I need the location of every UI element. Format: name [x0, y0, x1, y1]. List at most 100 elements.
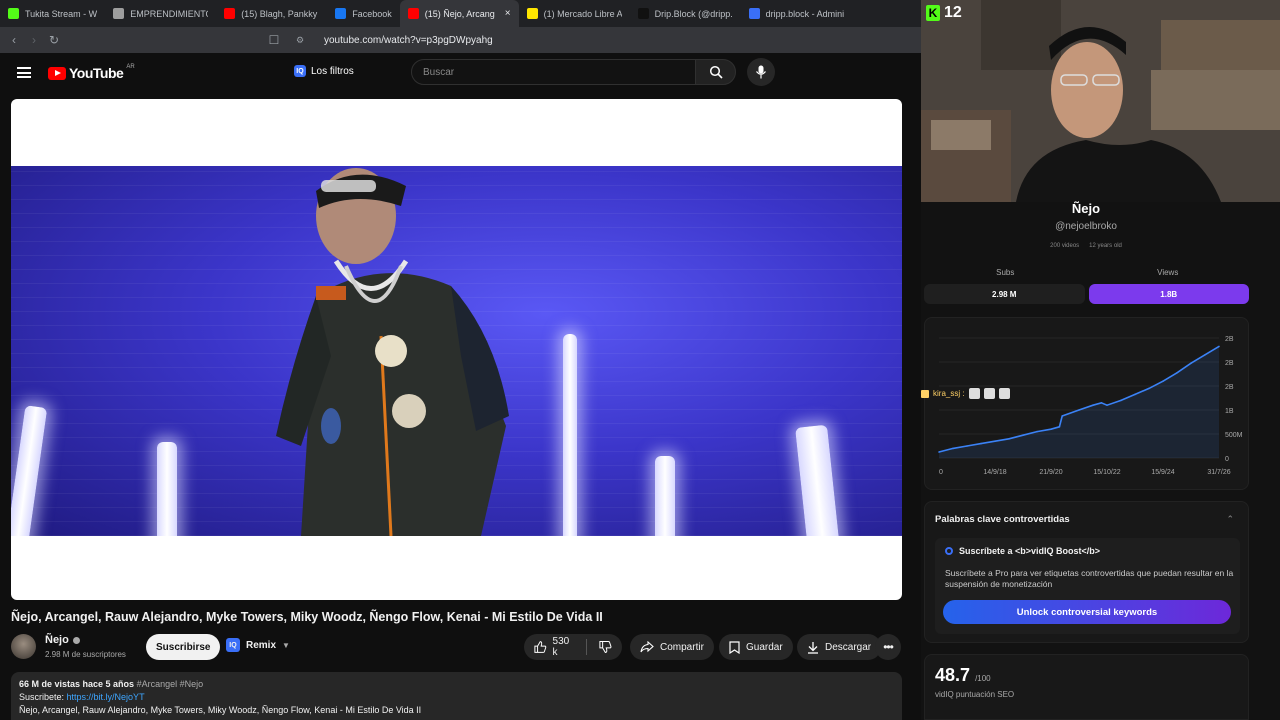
browser-tab[interactable]: Drip.Block (@dripp.bl: [630, 0, 741, 27]
description-stats-line: 66 M de vistas hace 5 años #Arcangel #Ne…: [19, 678, 894, 691]
keywords-upsell: Suscríbete a <b>vidIQ Boost</b> Suscríbe…: [935, 538, 1240, 634]
seo-score-card: 48.7 /100 vidIQ puntuación SEO: [924, 654, 1249, 720]
x-tick-label: 21/9/20: [1039, 469, 1062, 476]
vidiq-channel-title: Ñejo: [1071, 201, 1101, 216]
filters-button[interactable]: IQ Los filtros: [294, 65, 354, 77]
like-count: 530 k: [552, 636, 570, 658]
browser-tab-bar: Tukita Stream - W EMPRENDIMIENTO 20 (15) B…: [0, 0, 921, 27]
video-player[interactable]: [11, 99, 902, 600]
remix-button[interactable]: IQ Remix ▼: [226, 638, 290, 652]
series-point: [1176, 372, 1178, 374]
video-frame[interactable]: [11, 166, 902, 536]
subscribe-button[interactable]: Suscribirse: [146, 634, 221, 660]
site-info-icon[interactable]: ⚙: [290, 35, 310, 46]
remix-label: Remix: [246, 639, 277, 651]
forward-icon[interactable]: ›: [24, 33, 44, 47]
controversial-keywords-card: Palabras clave controvertidas ⌃ Suscríbe…: [924, 501, 1249, 643]
vidiq-icon: IQ: [294, 65, 306, 77]
url-text[interactable]: youtube.com/watch?v=p3pgDWpyahg: [324, 35, 493, 46]
search-button[interactable]: [695, 59, 736, 85]
series-point: [980, 442, 982, 445]
channel-name[interactable]: Ñejo: [45, 634, 80, 646]
seo-score-value: 48.7: [935, 665, 971, 685]
subs-label: Subs: [996, 268, 1015, 277]
description-subscribe-link[interactable]: https://bit.ly/NejoYT: [67, 692, 145, 702]
performer-figure: [276, 168, 509, 536]
stat-toggle: 2.98 M 1.8B: [924, 284, 1249, 304]
bookmark-icon[interactable]: ☐: [264, 33, 284, 47]
browser-tab[interactable]: (15) Blagh, Pankky - T: [216, 0, 327, 27]
series-area: [939, 346, 1219, 458]
youtube-play-icon: [48, 66, 66, 80]
series-point: [1008, 438, 1010, 440]
series-point: [1190, 362, 1192, 364]
series-point: [1120, 399, 1122, 402]
share-icon: [640, 641, 654, 653]
series-point: [1050, 428, 1052, 430]
tab-favicon-icon: [526, 8, 538, 19]
tab-label: Tukita Stream - W: [25, 8, 98, 19]
kick-viewer-count: K 12: [926, 4, 962, 22]
views-chart: 0 500M 1B 2B 2B 2B 0 14/9/18 21/9/20 15/10/22 15/9…: [924, 317, 1249, 490]
unlock-keywords-button[interactable]: Unlock controversial keywords: [943, 600, 1231, 624]
search-input[interactable]: Buscar: [411, 59, 696, 85]
vidiq-boost-icon: [945, 547, 953, 555]
light-tube: [563, 334, 577, 536]
y-tick-label: 1B: [1225, 408, 1234, 415]
avatar[interactable]: [11, 634, 36, 659]
share-button[interactable]: Compartir: [630, 634, 714, 660]
browser-tab[interactable]: dripp.block - Admini: [741, 0, 852, 27]
download-button[interactable]: Descargar: [797, 634, 882, 660]
vidiq-icon: IQ: [226, 638, 240, 652]
channel-age: 12 years old: [1089, 243, 1122, 249]
close-tab-icon[interactable]: ×: [505, 8, 511, 19]
download-icon: [808, 641, 818, 654]
video-description[interactable]: 66 M de vistas hace 5 años #Arcangel #Ne…: [11, 672, 902, 720]
save-button[interactable]: Guardar: [719, 634, 793, 660]
search-placeholder: Buscar: [423, 66, 455, 78]
bookmark-icon: [729, 640, 740, 654]
microphone-icon: [756, 65, 766, 79]
seo-score-label: vidIQ puntuación SEO: [935, 690, 1015, 699]
chat-badge-icon: [921, 389, 929, 398]
chevron-up-icon[interactable]: ⌃: [1226, 514, 1234, 525]
vidiq-channel-handle[interactable]: @nejoelbroko: [921, 221, 1251, 232]
webcam-overlay: [921, 0, 1280, 202]
browser-tab[interactable]: EMPRENDIMIENTO 20: [105, 0, 216, 27]
chat-overlay: kira_ssj :: [921, 388, 1010, 399]
series-point: [1058, 426, 1061, 428]
browser-tab[interactable]: (1) Mercado Libre Arg: [519, 0, 630, 27]
browser-tab[interactable]: Tukita Stream - W: [0, 0, 105, 27]
tab-label: dripp.block - Admini: [765, 8, 844, 19]
description-subscribe-line: Suscribete: https://bit.ly/NejoYT: [19, 691, 894, 704]
more-actions-button[interactable]: •••: [875, 634, 901, 660]
description-tags[interactable]: #Arcangel #Nejo: [137, 679, 204, 689]
reload-icon[interactable]: ↻: [44, 33, 64, 47]
x-tick-label: 14/9/18: [983, 469, 1006, 476]
video-title: Ñejo, Arcangel, Rauw Alejandro, Myke Tow…: [11, 610, 603, 624]
tab-favicon-icon: [113, 8, 125, 19]
chat-username: kira_ssj :: [933, 389, 965, 398]
thumbs-down-icon[interactable]: [599, 640, 612, 654]
light-tube: [655, 456, 675, 536]
y-tick-label: 500M: [1225, 432, 1243, 439]
description-stats: 66 M de vistas hace 5 años: [19, 679, 135, 689]
browser-tab[interactable]: (15) Ñejo, Arcang ×: [399, 0, 519, 27]
more-icon: •••: [883, 640, 894, 654]
series-point: [938, 451, 940, 453]
tab-favicon-icon: [637, 8, 649, 19]
menu-icon[interactable]: [17, 67, 31, 78]
back-icon[interactable]: ‹: [4, 33, 24, 47]
tab-favicon-icon: [224, 8, 236, 19]
series-point: [1204, 354, 1206, 356]
x-tick-label: 0: [939, 469, 943, 476]
browser-tab[interactable]: Facebook: [327, 0, 400, 27]
y-tick-label: 2B: [1225, 360, 1234, 367]
views-toggle[interactable]: 1.8B: [1088, 284, 1249, 304]
voice-search-button[interactable]: [747, 58, 775, 86]
subs-toggle[interactable]: 2.98 M: [924, 284, 1085, 304]
youtube-logo[interactable]: YouTube AR: [48, 64, 135, 81]
viewer-count: 12: [944, 4, 962, 21]
like-button[interactable]: 530 k: [534, 636, 574, 658]
kick-icon: K: [926, 5, 940, 21]
